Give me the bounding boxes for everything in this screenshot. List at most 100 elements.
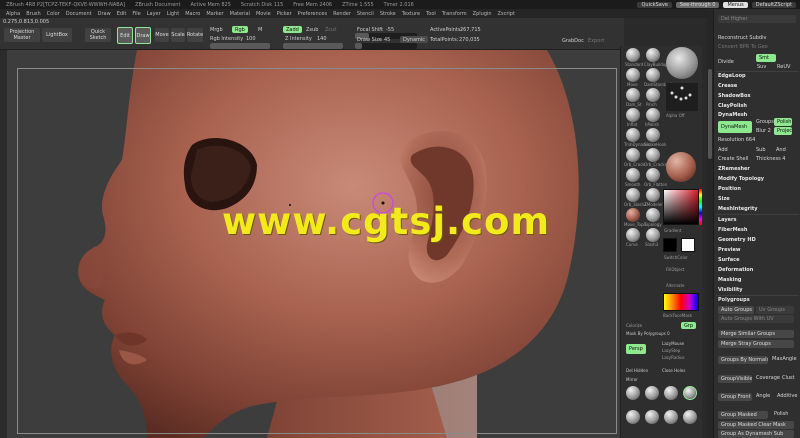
menu-tool[interactable]: Tool xyxy=(426,11,436,17)
menu-file[interactable]: File xyxy=(132,11,140,17)
blur-slider[interactable]: Blur 2 xyxy=(756,128,771,134)
quick-sketch-button[interactable]: Quick Sketch xyxy=(85,28,111,42)
group-masked-clear-mask-button[interactable]: Group Masked Clear Mask xyxy=(718,421,794,429)
position-section[interactable]: Position xyxy=(718,186,741,192)
auto-groups-button[interactable]: Auto Groups xyxy=(718,306,754,314)
modify-topology-section[interactable]: Modify Topology xyxy=(718,176,764,182)
merge-similar-groups-button[interactable]: Merge Similar Groups xyxy=(718,330,794,338)
edit-button[interactable]: Edit xyxy=(117,27,133,44)
hue-slider[interactable] xyxy=(699,189,702,225)
del-hidden-button[interactable]: Del Hidden xyxy=(626,368,648,373)
masking-section[interactable]: Masking xyxy=(718,277,742,283)
menu-zscript[interactable]: Zscript xyxy=(498,11,515,17)
menu-transform[interactable]: Transform xyxy=(442,11,467,17)
menus-button[interactable]: Menus xyxy=(723,1,748,8)
rgb-toggle[interactable]: Rgb xyxy=(232,26,248,33)
and-button[interactable]: And xyxy=(776,147,786,153)
menu-alpha[interactable]: Alpha xyxy=(6,11,20,17)
rotate-button[interactable]: Rotate xyxy=(187,28,203,42)
preview-section[interactable]: Preview xyxy=(718,247,741,253)
surface-section[interactable]: Surface xyxy=(718,257,740,263)
clust-slider[interactable]: Clust xyxy=(782,375,795,381)
menu-document[interactable]: Document xyxy=(66,11,92,17)
stroke-preview[interactable] xyxy=(666,83,698,111)
angle-slider[interactable]: Angle xyxy=(756,393,770,399)
zadd-toggle[interactable]: Zadd xyxy=(283,26,302,33)
solo-tool-icon[interactable] xyxy=(626,410,640,424)
dynamesh-section[interactable]: DynaMesh xyxy=(718,112,747,118)
menu-preferences[interactable]: Preferences xyxy=(298,11,327,17)
seethrough-slider[interactable]: See-through 0 xyxy=(675,1,720,8)
menu-render[interactable]: Render xyxy=(333,11,351,17)
visibility-section[interactable]: Visibility xyxy=(718,287,743,293)
mirror-button[interactable]: Mirror xyxy=(626,377,638,382)
mask-by-polygroups-slider[interactable]: Mask By Polygroups 0 xyxy=(626,331,670,336)
colorize-button[interactable]: Colorize xyxy=(626,323,642,328)
projection-master-button[interactable]: Projection Master xyxy=(4,28,40,42)
brush-trimdynamic-icon[interactable] xyxy=(626,128,640,142)
transp-tool-icon[interactable] xyxy=(664,386,678,400)
polish-slider[interactable]: Polish xyxy=(774,411,788,417)
smt-toggle[interactable]: Smt xyxy=(756,54,776,62)
brush-move-icon[interactable] xyxy=(626,68,640,82)
lazyradius-slider[interactable]: LazyRadius xyxy=(662,355,685,360)
groupvisible-button[interactable]: GroupVisible xyxy=(718,375,752,383)
z-intensity-value[interactable]: 140 xyxy=(317,36,327,42)
brush-damst-icon[interactable] xyxy=(626,88,640,102)
brush-preview-icon[interactable] xyxy=(666,47,698,79)
del-higher-button[interactable]: Del Higher xyxy=(718,15,796,23)
brush-orbcracks-icon[interactable] xyxy=(646,148,660,162)
shadowbox-section[interactable]: ShadowBox xyxy=(718,93,751,99)
groups-toggle[interactable]: Groups xyxy=(756,119,774,125)
brush-smooth-icon[interactable] xyxy=(626,168,640,182)
brush-snakehook-icon[interactable] xyxy=(646,128,660,142)
color-picker[interactable] xyxy=(663,189,699,225)
lazystep-slider[interactable]: LazyStep xyxy=(662,348,680,353)
draw-button[interactable]: Draw xyxy=(135,27,151,44)
canvas-area[interactable]: www.cgtsj.com xyxy=(7,50,620,438)
group-as-dynamesh-sub-button[interactable]: Group As Dynamesh Sub xyxy=(718,430,794,438)
additive-toggle[interactable]: Additive xyxy=(777,393,797,399)
export-button[interactable]: Export xyxy=(588,38,604,44)
menu-stroke[interactable]: Stroke xyxy=(380,11,396,17)
size-section[interactable]: Size xyxy=(718,196,730,202)
ghost-tool-icon[interactable] xyxy=(683,386,697,400)
polygroups-section[interactable]: Polygroups xyxy=(718,297,750,303)
rotate-tool-icon[interactable] xyxy=(645,386,659,400)
maxangle-slider[interactable]: MaxAngle xyxy=(772,356,797,362)
menu-light[interactable]: Light xyxy=(167,11,179,17)
brush-standard-icon[interactable] xyxy=(626,48,640,62)
scroll-thumb[interactable] xyxy=(708,69,712,159)
dynamic-toggle[interactable]: Dynamic xyxy=(400,36,429,43)
menu-brush[interactable]: Brush xyxy=(26,11,40,17)
dynamic-tool-icon[interactable] xyxy=(683,410,697,424)
add-button[interactable]: Add xyxy=(718,147,728,153)
material-icon[interactable] xyxy=(626,208,640,222)
brush-hpolish-icon[interactable] xyxy=(646,108,660,122)
uv-groups-button[interactable]: Uv Groups xyxy=(756,306,794,314)
convert-bpr-button[interactable]: Convert BPR To Geo xyxy=(718,44,768,50)
lazymouse-toggle[interactable]: LazyMouse xyxy=(662,341,684,346)
brush-pinch-icon[interactable] xyxy=(646,88,660,102)
geometry-hd-section[interactable]: Geometry HD xyxy=(718,237,756,243)
menu-layer[interactable]: Layer xyxy=(147,11,161,17)
menu-zplugin[interactable]: Zplugin xyxy=(473,11,492,17)
menu-macro[interactable]: Macro xyxy=(185,11,200,17)
head-model[interactable] xyxy=(7,50,620,438)
lightbox-button[interactable]: LightBox xyxy=(42,28,72,42)
zremesher-section[interactable]: ZRemesher xyxy=(718,166,750,172)
suv-toggle[interactable]: Suv xyxy=(757,64,766,70)
sub-button[interactable]: Sub xyxy=(756,147,766,153)
default-zscript-button[interactable]: DefaultZScript xyxy=(751,1,796,8)
brush-slash-icon[interactable] xyxy=(646,228,660,242)
polish-toggle[interactable]: Polish xyxy=(774,118,792,126)
crease-section[interactable]: Crease xyxy=(718,83,737,89)
mrgb-label[interactable]: Mrgb xyxy=(210,27,223,33)
zcut-toggle[interactable]: Zcut xyxy=(325,27,336,33)
meshintegrity-section[interactable]: MeshIntegrity xyxy=(718,206,758,212)
backfacemask-button[interactable]: BackFaceMask xyxy=(663,313,692,318)
menu-movie[interactable]: Movie xyxy=(256,11,271,17)
brush-topology-icon[interactable] xyxy=(646,208,660,222)
thickness-slider[interactable]: Thickness 4 xyxy=(756,156,785,162)
project-toggle[interactable]: Project xyxy=(774,127,792,135)
